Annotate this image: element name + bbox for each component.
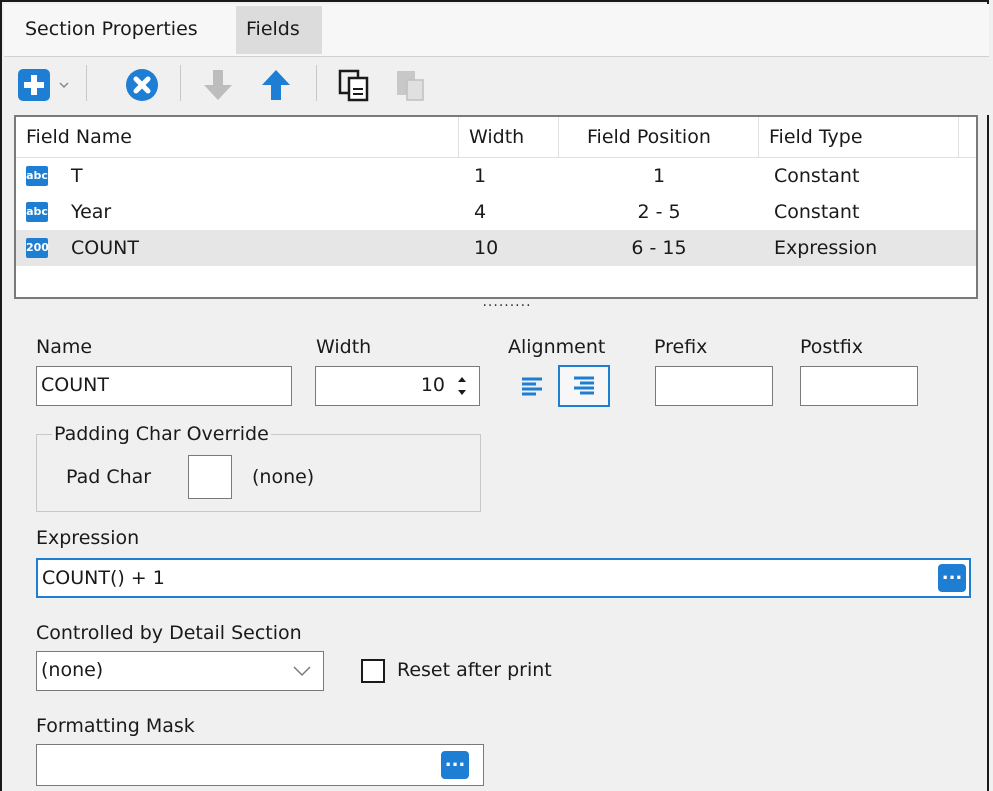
controlled-by-label: Controlled by Detail Section: [36, 622, 302, 644]
expression-input[interactable]: COUNT() + 1: [36, 558, 971, 598]
numeric-field-icon: 200: [26, 238, 49, 258]
paste-icon: [397, 71, 424, 101]
column-header-field-name[interactable]: Field Name: [16, 117, 459, 157]
properties-panel: Section Properties Fields Field Name Wid…: [0, 0, 989, 791]
pad-char-label: Pad Char: [66, 466, 152, 488]
table-row[interactable]: 200 COUNT 10 6 - 15 Expression: [16, 230, 976, 266]
position-cell: 2 - 5: [637, 201, 681, 223]
table-row[interactable]: abc T 1 1 Constant: [16, 158, 976, 194]
text-field-icon: abc: [26, 166, 48, 186]
formatting-mask-button[interactable]: ...: [441, 751, 469, 779]
spin-arrows-icon[interactable]: [456, 374, 468, 398]
column-header-field-position[interactable]: Field Position: [559, 117, 759, 157]
arrow-down-icon: [204, 70, 232, 100]
postfix-input[interactable]: [800, 366, 918, 406]
prefix-label: Prefix: [654, 336, 708, 358]
copy-icon: [338, 69, 369, 102]
reset-after-print-checkbox[interactable]: [361, 659, 385, 683]
width-value: 10: [420, 374, 445, 396]
paste-button[interactable]: [392, 67, 428, 103]
table-row[interactable]: abc Year 4 2 - 5 Constant: [16, 194, 976, 230]
text-field-icon: abc: [26, 202, 48, 222]
expression-label: Expression: [36, 527, 140, 549]
width-cell: 1: [474, 165, 487, 187]
padding-group-label: Padding Char Override: [52, 423, 271, 445]
delete-field-button[interactable]: [124, 67, 160, 103]
chevron-down-icon: [293, 666, 311, 677]
alignment-label: Alignment: [508, 336, 606, 358]
copy-button[interactable]: [336, 67, 372, 103]
align-left-icon: [522, 377, 542, 396]
align-right-icon: [574, 376, 594, 395]
field-name-cell: Year: [71, 201, 112, 223]
type-cell: Constant: [774, 165, 860, 187]
field-name-cell: T: [71, 165, 83, 187]
prefix-input[interactable]: [655, 366, 773, 406]
add-field-button[interactable]: [16, 67, 52, 103]
formatting-mask-input[interactable]: [36, 744, 484, 786]
column-header-width[interactable]: Width: [459, 117, 559, 157]
pad-char-input[interactable]: [188, 455, 232, 499]
postfix-label: Postfix: [800, 336, 863, 358]
position-cell: 1: [652, 165, 666, 187]
column-header-field-type[interactable]: Field Type: [759, 117, 959, 157]
plus-icon: [18, 69, 50, 101]
fields-grid: Field Name Width Field Position Field Ty…: [14, 115, 978, 299]
toolbar-separator: [180, 65, 181, 101]
align-right-button[interactable]: [558, 365, 610, 407]
grid-header: Field Name Width Field Position Field Ty…: [16, 117, 976, 158]
controlled-by-value: (none): [41, 659, 104, 681]
reset-after-print-label[interactable]: Reset after print: [397, 659, 552, 681]
move-down-button[interactable]: [200, 67, 236, 103]
type-cell: Constant: [774, 201, 860, 223]
close-circle-icon: [126, 69, 158, 101]
field-name-cell: COUNT: [71, 237, 139, 259]
tab-bar: Section Properties Fields: [4, 4, 989, 57]
expression-builder-button[interactable]: ...: [938, 564, 966, 592]
tab-section-properties[interactable]: Section Properties: [13, 6, 210, 54]
controlled-by-select[interactable]: (none): [36, 651, 324, 691]
width-label: Width: [316, 336, 372, 358]
toolbar: [4, 57, 989, 115]
pad-char-none-text: (none): [252, 466, 315, 488]
splitter-handle[interactable]: .........: [471, 295, 543, 309]
width-cell: 10: [474, 237, 499, 259]
toolbar-separator: [86, 65, 87, 101]
type-cell: Expression: [774, 237, 878, 259]
name-label: Name: [36, 336, 93, 358]
position-cell: 6 - 15: [631, 237, 687, 259]
align-left-button[interactable]: [512, 366, 552, 406]
chevron-down-icon: [59, 82, 69, 89]
tab-fields[interactable]: Fields: [236, 6, 322, 54]
arrow-up-icon: [262, 70, 290, 100]
width-cell: 4: [474, 201, 487, 223]
name-input[interactable]: COUNT: [36, 366, 292, 406]
add-menu-button[interactable]: [56, 77, 72, 93]
toolbar-separator: [316, 65, 317, 101]
move-up-button[interactable]: [258, 67, 294, 103]
formatting-mask-label: Formatting Mask: [36, 715, 195, 737]
